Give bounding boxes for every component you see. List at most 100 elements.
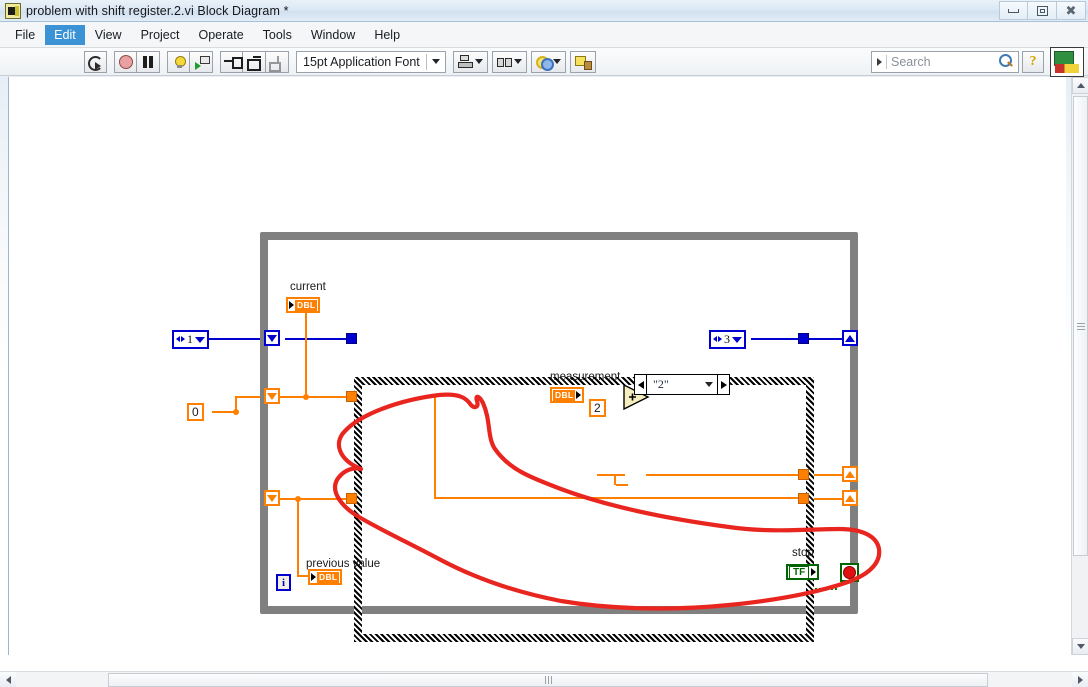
stop-boolean-terminal[interactable]: TF — [786, 564, 820, 580]
chevron-down-icon — [474, 59, 483, 64]
clean-up-diagram-button[interactable] — [569, 50, 596, 73]
case-tunnel-right-orange-top[interactable] — [798, 469, 809, 480]
align-objects-dropdown[interactable] — [452, 50, 488, 73]
chevron-down-icon — [732, 336, 742, 343]
chevron-up-icon — [1076, 83, 1085, 88]
vi-icon[interactable] — [1050, 46, 1084, 77]
wire-junction-current — [303, 394, 309, 400]
numeric-control-3[interactable]: 3 — [709, 330, 746, 349]
canvas-bottom-spacer — [0, 657, 1088, 671]
step-group — [220, 50, 289, 73]
two-constant[interactable]: 2 — [589, 399, 606, 417]
stop-terminal-value: TF — [789, 565, 810, 579]
prev-case-icon[interactable] — [635, 375, 646, 394]
reorder-dropdown[interactable] — [530, 50, 566, 73]
font-selector-caret[interactable] — [427, 52, 445, 72]
window-controls: ✖ — [999, 1, 1086, 20]
chevron-down-icon — [513, 59, 522, 64]
wire-junction-zero — [233, 409, 239, 415]
shift-register-down-icon — [267, 334, 277, 342]
execution-group — [114, 50, 160, 73]
shift-register-right-orange-top[interactable] — [842, 466, 858, 482]
measurement-terminal-label: measurement — [550, 371, 621, 383]
run-continuously-icon — [88, 55, 103, 71]
measurement-datatype-badge: DBL — [553, 389, 576, 401]
shift-register-left-blue[interactable] — [264, 330, 280, 346]
shift-register-right-blue[interactable] — [842, 330, 858, 346]
probe-icon — [194, 55, 210, 70]
abort-icon — [118, 54, 133, 69]
stop-if-true-icon[interactable] — [840, 563, 859, 582]
menu-item-help[interactable]: Help — [365, 25, 409, 45]
hscroll-track-right[interactable] — [988, 673, 1072, 687]
font-selector[interactable]: 15pt Application Font — [296, 50, 446, 73]
iteration-terminal[interactable]: i — [276, 574, 291, 591]
block-diagram-canvas[interactable]: "2" i stop TF 1 3 0 current DBL measurem… — [8, 77, 1066, 655]
vertical-scrollbar[interactable] — [1071, 77, 1088, 655]
menu-item-tools[interactable]: Tools — [254, 25, 301, 45]
chevron-down-icon — [552, 59, 561, 64]
while-loop[interactable]: "2" i stop TF — [260, 232, 859, 642]
measurement-indicator-terminal[interactable]: DBL — [550, 387, 585, 403]
menu-item-edit[interactable]: Edit — [45, 24, 85, 45]
shift-register-right-orange-bottom[interactable] — [842, 490, 858, 506]
menu-item-operate[interactable]: Operate — [189, 25, 252, 45]
shift-register-up-icon — [845, 470, 855, 478]
case-tunnel-right-orange-bottom[interactable] — [798, 493, 809, 504]
step-out-icon — [269, 55, 285, 72]
minimize-button[interactable] — [999, 1, 1028, 20]
case-tunnel-left-orange-bottom[interactable] — [346, 493, 357, 504]
menu-bar: File Edit View Project Operate Tools Win… — [0, 22, 1088, 48]
pause-button[interactable] — [137, 50, 160, 73]
abort-execution-button[interactable] — [114, 50, 137, 73]
horizontal-scrollbar-thumb[interactable] — [108, 672, 988, 687]
shift-register-down-icon — [267, 392, 277, 400]
retain-wire-values-button[interactable] — [190, 50, 213, 73]
zero-constant[interactable]: 0 — [187, 403, 204, 421]
case-tunnel-right-blue[interactable] — [798, 333, 809, 344]
step-into-button[interactable] — [220, 50, 243, 73]
shift-register-left-orange-bottom[interactable] — [264, 490, 280, 506]
restore-icon — [1036, 5, 1048, 16]
case-tunnel-left-blue[interactable] — [346, 333, 357, 344]
numeric-control-1-value: 1 — [187, 332, 193, 346]
previous-value-datatype-badge: DBL — [317, 571, 340, 583]
case-selector[interactable]: "2" — [634, 374, 730, 395]
restore-button[interactable] — [1028, 1, 1057, 20]
context-help-button[interactable]: ? — [1022, 50, 1044, 73]
previous-value-indicator-terminal[interactable]: DBL — [308, 569, 343, 585]
menu-item-project[interactable]: Project — [132, 25, 189, 45]
distribute-objects-icon — [496, 55, 512, 68]
case-structure[interactable]: "2" — [354, 374, 814, 642]
case-tunnel-left-orange-top[interactable] — [346, 391, 357, 402]
search-input[interactable]: Search — [891, 55, 997, 69]
horizontal-scrollbar[interactable] — [0, 671, 1088, 687]
menu-item-view[interactable]: View — [86, 25, 131, 45]
next-case-icon[interactable] — [718, 375, 729, 394]
vertical-scrollbar-thumb[interactable] — [1073, 96, 1088, 556]
font-selector-label: 15pt Application Font — [303, 54, 420, 69]
case-selector-caret[interactable] — [701, 375, 717, 394]
labview-block-diagram-window: problem with shift register.2.vi Block D… — [0, 0, 1088, 687]
highlight-execution-button[interactable] — [167, 50, 190, 73]
scroll-left-button[interactable] — [0, 672, 16, 687]
scroll-right-button[interactable] — [1072, 672, 1088, 687]
hscroll-track-left[interactable] — [16, 673, 108, 687]
close-button[interactable]: ✖ — [1057, 1, 1086, 20]
distribute-objects-dropdown[interactable] — [491, 50, 527, 73]
terminal-arrow-icon — [576, 391, 582, 399]
run-continuously-button[interactable] — [84, 50, 107, 73]
shift-register-left-orange-top[interactable] — [264, 388, 280, 404]
step-over-button[interactable] — [243, 50, 266, 73]
scroll-up-button[interactable] — [1072, 77, 1088, 94]
scroll-down-button[interactable] — [1072, 638, 1088, 655]
chevron-down-icon — [705, 382, 713, 387]
chevron-left-icon — [5, 675, 11, 684]
search-box[interactable]: Search — [871, 50, 1019, 73]
menu-item-window[interactable]: Window — [302, 25, 364, 45]
magnifier-icon[interactable] — [997, 53, 1015, 71]
numeric-control-3-value: 3 — [724, 332, 730, 346]
numeric-control-1[interactable]: 1 — [172, 330, 209, 349]
current-indicator-terminal[interactable]: DBL — [286, 297, 321, 313]
menu-item-file[interactable]: File — [6, 25, 44, 45]
